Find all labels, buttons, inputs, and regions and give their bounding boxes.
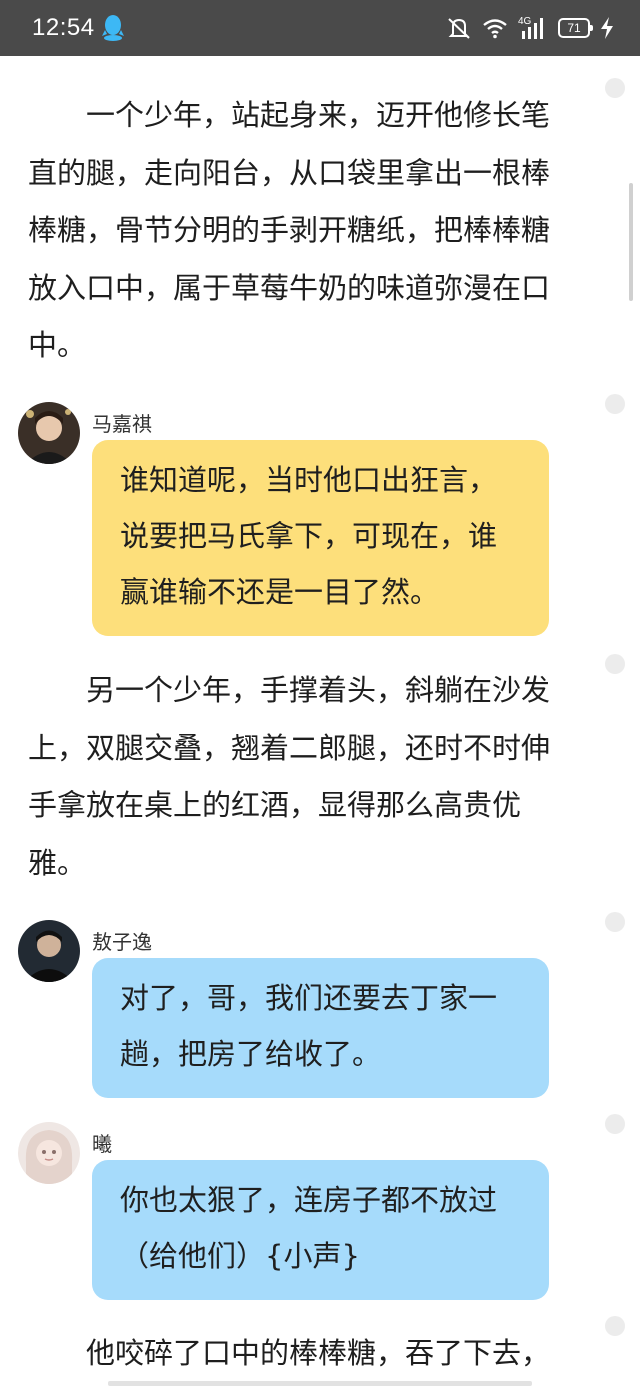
scrollbar-thumb[interactable]: [629, 183, 633, 301]
speech-bubble: 你也太狠了，连房子都不放过（给他们）{小声}: [92, 1160, 549, 1300]
side-marker-dot: [605, 654, 625, 674]
narration-paragraph: 一个少年，站起身来，迈开他修长笔直的腿，走向阳台，从口袋里拿出一根棒棒糖，骨节分…: [28, 98, 551, 362]
mute-bell-icon: [446, 16, 472, 40]
network-label: 4G: [518, 16, 532, 27]
narration-paragraph: 他咬碎了口中的棒棒糖，吞了下去，: [86, 1336, 551, 1370]
battery-icon: 71: [558, 18, 593, 38]
avatar[interactable]: [18, 920, 80, 982]
status-time: 12:54: [32, 14, 95, 41]
speaker-name: 敖子逸: [92, 930, 152, 954]
charging-bolt-icon: [600, 17, 614, 39]
speech-bubble: 谁知道呢，当时他口出狂言，说要把马氏拿下，可现在，谁赢谁输不还是一目了然。: [92, 440, 549, 636]
side-marker-dot: [605, 1114, 625, 1134]
status-bar: 12:54 4G 71: [0, 0, 640, 56]
side-marker-dot: [605, 394, 625, 414]
narration-paragraph: 另一个少年，手撑着头，斜躺在沙发上，双腿交叠，翘着二郎腿，还时不时伸手拿放在桌上…: [28, 673, 551, 880]
speech-bubble: 对了，哥，我们还要去丁家一趟，把房了给收了。: [92, 958, 549, 1098]
signal-icon: 4G: [518, 15, 548, 41]
side-marker-dot: [605, 1316, 625, 1336]
side-marker-dot: [605, 78, 625, 98]
side-marker-dot: [605, 912, 625, 932]
home-indicator[interactable]: [108, 1381, 532, 1386]
avatar[interactable]: [18, 1122, 80, 1184]
wifi-icon: [482, 17, 508, 39]
speaker-name: 曦: [92, 1132, 112, 1156]
qq-icon: [101, 14, 125, 42]
speaker-name: 马嘉祺: [92, 412, 152, 436]
avatar[interactable]: [18, 402, 80, 464]
